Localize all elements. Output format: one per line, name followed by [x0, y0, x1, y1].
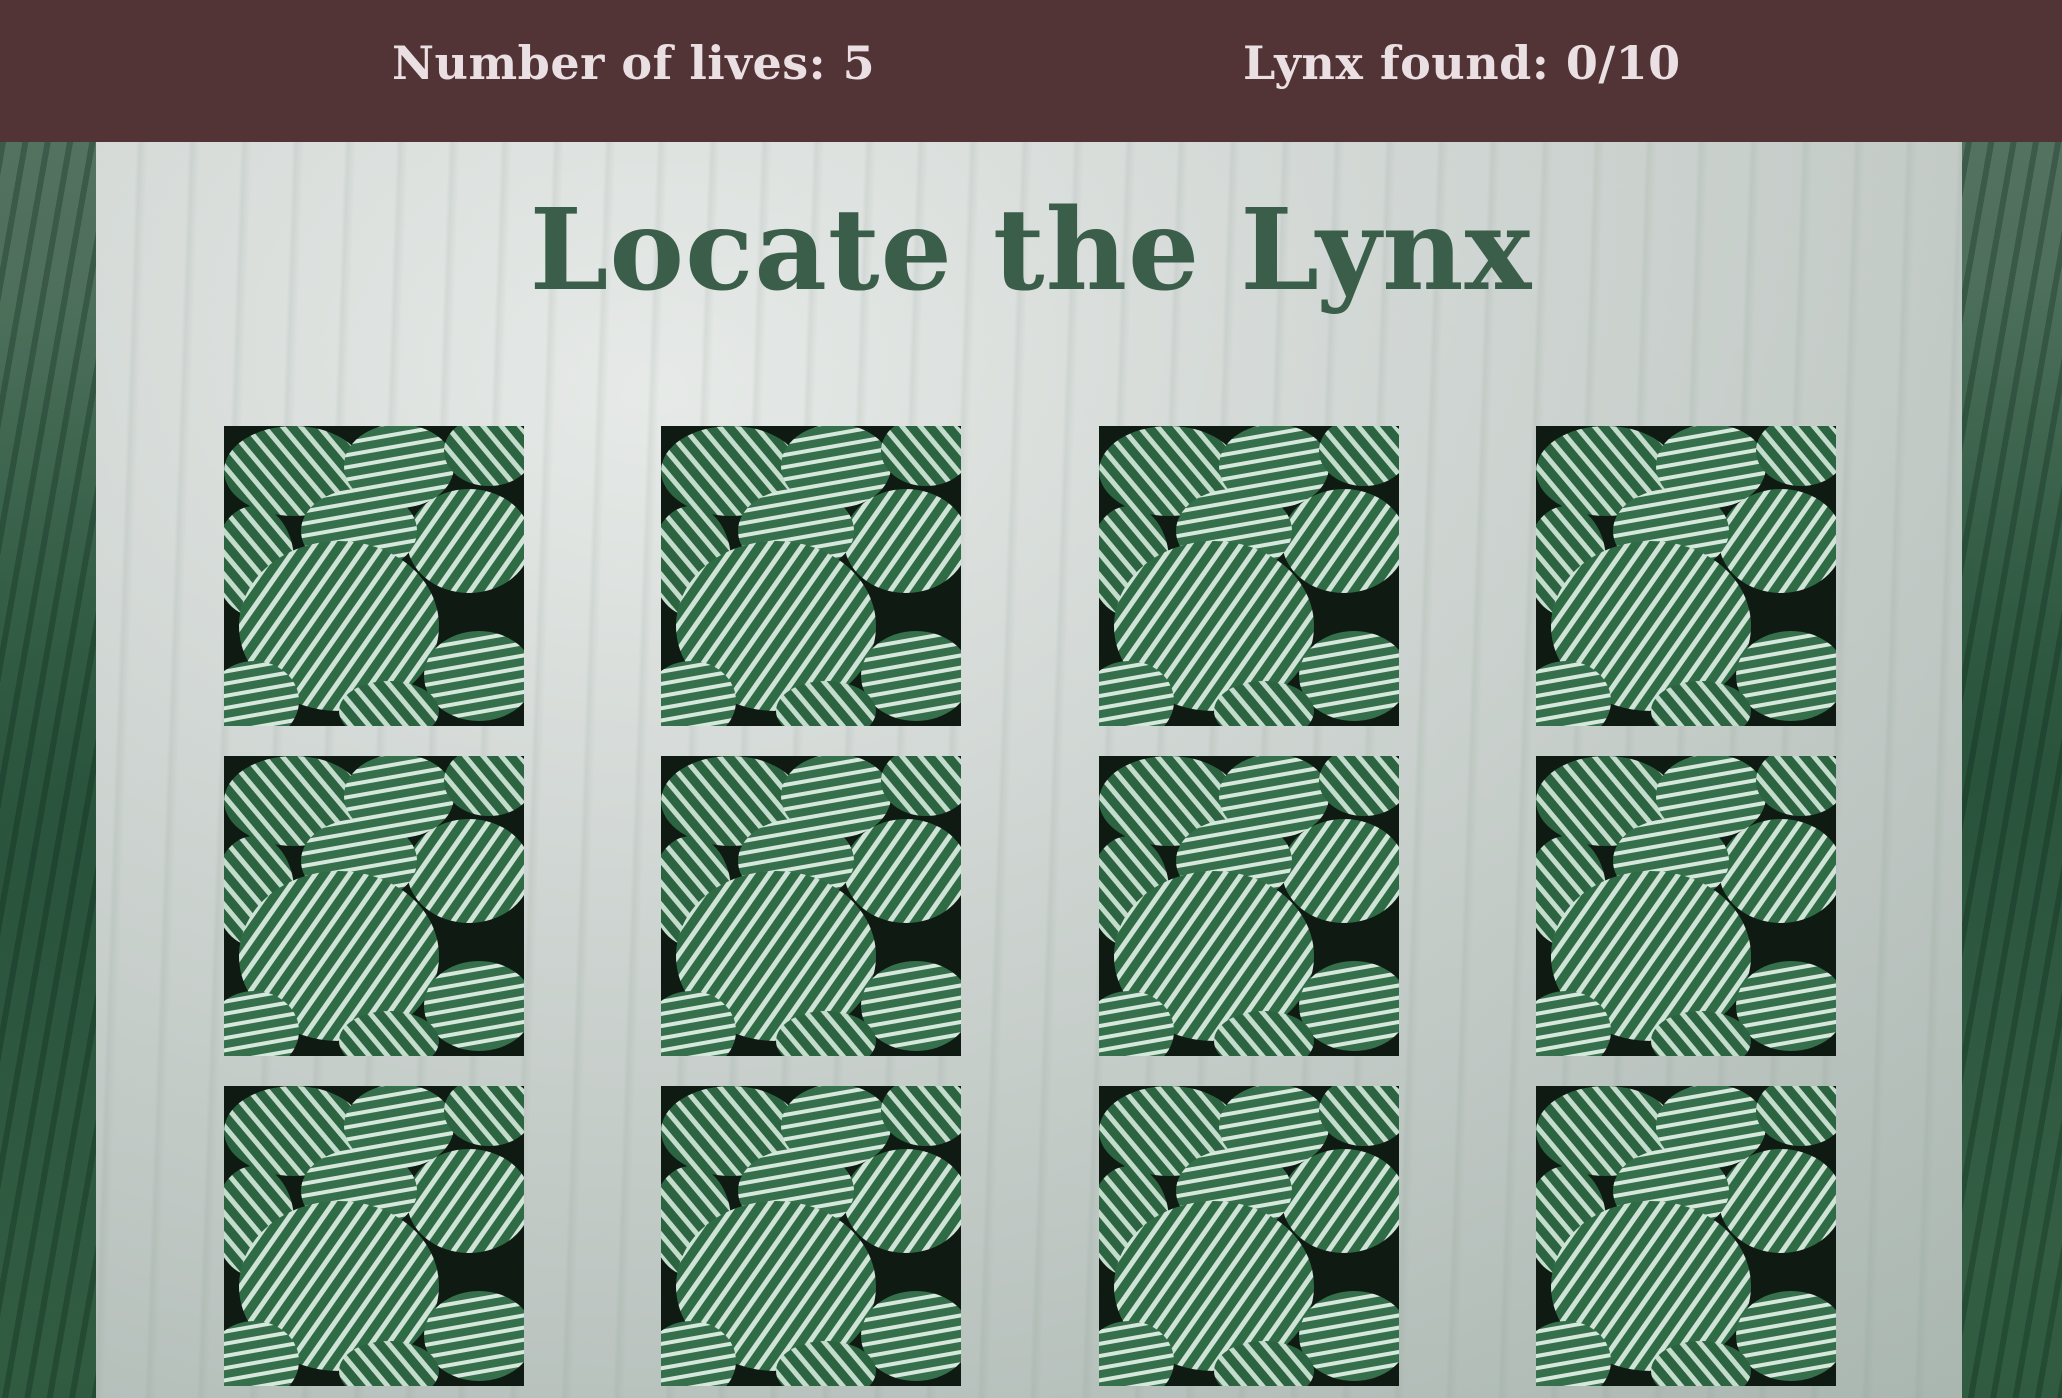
lynx-found-counter: Lynx found: 0/10: [1243, 36, 1681, 90]
hiding-tile-r3-c4[interactable]: [1536, 1086, 1836, 1386]
status-bar: Number of lives: 5 Lynx found: 0/10: [0, 0, 2062, 142]
hiding-tile-r1-c2[interactable]: [661, 426, 961, 726]
hiding-tile-r2-c2[interactable]: [661, 756, 961, 1056]
hiding-tile-r1-c1[interactable]: [224, 426, 524, 726]
hiding-tile-r2-c4[interactable]: [1536, 756, 1836, 1056]
hiding-tile-r3-c3[interactable]: [1099, 1086, 1399, 1386]
hiding-tile-r1-c4[interactable]: [1536, 426, 1836, 726]
striped-leaf-image: [661, 1086, 961, 1386]
striped-leaf-image: [1536, 426, 1836, 726]
striped-leaf-image: [224, 426, 524, 726]
hiding-tile-r3-c1[interactable]: [224, 1086, 524, 1386]
striped-leaf-image: [661, 426, 961, 726]
striped-leaf-image: [1099, 756, 1399, 1056]
striped-leaf-image: [1536, 756, 1836, 1056]
striped-leaf-image: [1099, 426, 1399, 726]
striped-leaf-image: [224, 756, 524, 1056]
hiding-tile-r1-c3[interactable]: [1099, 426, 1399, 726]
hiding-tile-r2-c3[interactable]: [1099, 756, 1399, 1056]
hiding-tile-r2-c1[interactable]: [224, 756, 524, 1056]
striped-leaf-image: [1099, 1086, 1399, 1386]
striped-leaf-image: [661, 756, 961, 1056]
striped-leaf-image: [1536, 1086, 1836, 1386]
game-title: Locate the Lynx: [529, 185, 1533, 316]
hiding-tile-r3-c2[interactable]: [661, 1086, 961, 1386]
lives-counter: Number of lives: 5: [392, 36, 876, 90]
striped-leaf-image: [224, 1086, 524, 1386]
